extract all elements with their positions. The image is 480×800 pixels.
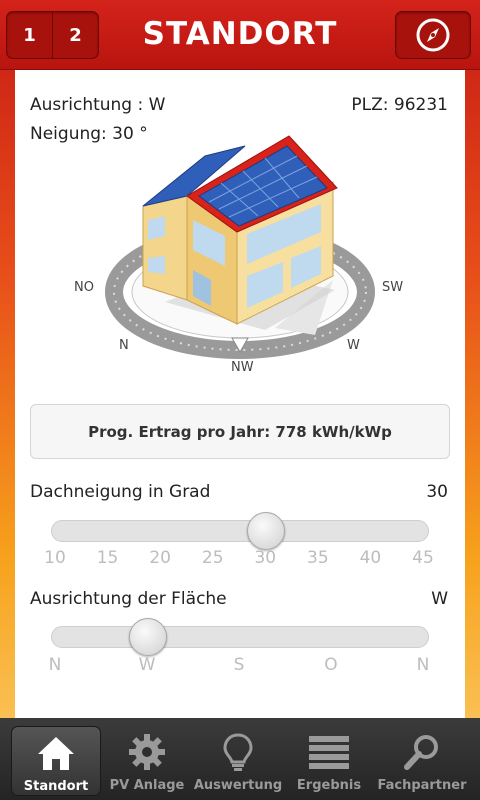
orientation-slider-ticks: NWSON xyxy=(15,655,465,675)
yield-forecast-box: Prog. Ertrag pro Jahr: 778 kWh/kWp xyxy=(30,404,450,459)
slider-tick-label: 15 xyxy=(96,548,119,568)
compass-icon xyxy=(416,18,450,52)
step-1-button[interactable]: 1 xyxy=(7,12,52,58)
compass-label-no: NO xyxy=(74,280,94,295)
list-icon xyxy=(309,736,349,769)
slider-tick-label: 35 xyxy=(307,548,329,568)
compass-button[interactable] xyxy=(395,11,471,59)
compass-label-w: W xyxy=(347,338,360,353)
tilt-slider-ticks: 10 15 20 25 30 35 40 45 xyxy=(15,548,465,568)
tab-label: Ergebnis xyxy=(296,778,362,793)
step-segmented-control: 1 2 xyxy=(6,11,99,59)
slider-tick-label: 10 xyxy=(44,548,66,568)
orientation-slider-thumb[interactable] xyxy=(129,618,167,656)
compass-label-n: N xyxy=(119,338,129,353)
compass-label-sw: SW xyxy=(382,280,404,295)
bottom-tab-bar: Standort PV Anlage Auswertung Ergebnis F… xyxy=(0,718,480,800)
orientation-slider-track[interactable] xyxy=(51,618,429,656)
tilt-slider-label: Dachneigung in Grad xyxy=(30,482,211,502)
slider-tick-label: O xyxy=(324,655,338,675)
lightbulb-icon xyxy=(223,733,253,771)
tilt-slider-thumb[interactable] xyxy=(247,512,285,550)
tab-ergebnis[interactable]: Ergebnis xyxy=(284,726,374,796)
tilt-slider-track[interactable] xyxy=(51,512,429,550)
search-icon xyxy=(404,735,438,770)
orientation-slider-value: W xyxy=(431,589,448,609)
slider-tick-label: N xyxy=(416,655,430,675)
tab-label: Fachpartner xyxy=(377,778,467,793)
tab-label: Auswertung xyxy=(193,778,283,793)
home-icon xyxy=(38,737,74,770)
card-fade xyxy=(15,698,465,718)
slider-tick-label: N xyxy=(48,655,62,675)
page-title: STANDORT xyxy=(142,16,338,52)
slider-tick-label: S xyxy=(233,655,245,675)
slider-tick-label: 40 xyxy=(359,548,382,568)
house-compass-illustration xyxy=(105,135,375,359)
content-card: Ausrichtung : W Neigung: 30 ° PLZ: 96231 xyxy=(15,70,465,718)
slider-tick-label: 25 xyxy=(201,548,224,568)
tab-fachpartner[interactable]: Fachpartner xyxy=(377,726,467,796)
tab-label: Standort xyxy=(23,779,89,794)
step-2-button[interactable]: 2 xyxy=(52,12,98,58)
tab-standort[interactable]: Standort xyxy=(11,726,101,796)
tab-label: PV Anlage xyxy=(109,778,185,793)
gear-icon xyxy=(129,734,165,770)
slider-tick-label: 45 xyxy=(412,548,434,568)
orientation-slider-label: Ausrichtung der Fläche xyxy=(30,589,227,609)
tab-auswertung[interactable]: Auswertung xyxy=(193,726,283,796)
tab-pv-anlage[interactable]: PV Anlage xyxy=(102,726,192,796)
tilt-slider-value: 30 xyxy=(426,482,448,502)
app-header: 1 2 STANDORT xyxy=(0,0,480,70)
compass-label-nw: NW xyxy=(231,360,254,375)
slider-tick-label: W xyxy=(138,655,156,675)
slider-tick-label: 30 xyxy=(254,548,277,568)
slider-tick-label: 20 xyxy=(149,548,171,568)
